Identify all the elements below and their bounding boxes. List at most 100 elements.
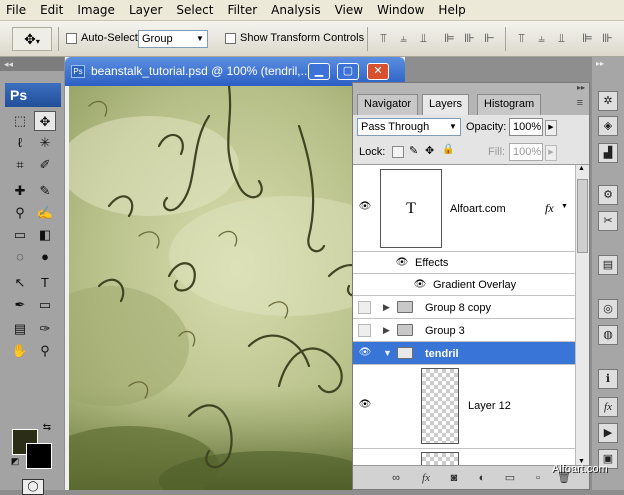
visibility-toggle[interactable]	[358, 301, 371, 314]
align-bottom-icon[interactable]: ⫫	[416, 29, 431, 47]
eye-icon[interactable]: 👁	[358, 399, 372, 410]
scroll-up-icon[interactable]: ▲	[578, 165, 585, 172]
new-group-icon[interactable]: ▭	[503, 471, 517, 485]
eyedropper-tool-icon[interactable]: ✑	[34, 319, 56, 339]
menu-filter[interactable]: Filter	[227, 3, 257, 17]
marquee-tool-icon[interactable]: ⬚	[9, 111, 31, 131]
menu-edit[interactable]: Edit	[40, 3, 63, 17]
visibility-toggle[interactable]	[358, 324, 371, 337]
fx-icon[interactable]: fx	[545, 201, 554, 216]
layers-panel-icon[interactable]: ◈	[598, 116, 618, 136]
history-brush-tool-icon[interactable]: ✍	[34, 203, 56, 223]
color-panel-icon[interactable]: ◎	[598, 299, 618, 319]
menu-window[interactable]: Window	[377, 3, 424, 17]
eye-icon[interactable]: 👁	[413, 279, 427, 290]
quick-mask-icon[interactable]: ◯	[22, 479, 44, 495]
distribute-vcenter-icon[interactable]: ⫨	[534, 29, 549, 47]
styles-panel-icon[interactable]: fx	[598, 397, 618, 417]
maximize-icon[interactable]: ▢	[337, 63, 359, 80]
lock-position-icon[interactable]: ✥	[425, 144, 434, 157]
expand-arrow-icon[interactable]: ▶	[383, 325, 390, 336]
align-left-icon[interactable]: ⊫	[442, 29, 457, 47]
scrollbar-thumb[interactable]	[577, 179, 588, 253]
blend-mode-dropdown[interactable]: Pass Through ▼	[357, 118, 461, 136]
distribute-bottom-icon[interactable]: ⫫	[554, 29, 569, 47]
eye-icon[interactable]: 👁	[358, 347, 372, 358]
tab-histogram[interactable]: Histogram	[477, 94, 542, 115]
gradient-tool-icon[interactable]: ◧	[34, 225, 56, 245]
pen-tool-icon[interactable]: ✒	[9, 295, 31, 315]
collapse-arrow-icon[interactable]: ▼	[383, 348, 392, 358]
close-icon[interactable]: ✕	[367, 63, 389, 80]
toolbox-header[interactable]: ◂◂	[0, 57, 64, 71]
distribute-top-icon[interactable]: ⫪	[514, 29, 529, 47]
effects-row[interactable]: 👁 Effects	[353, 252, 575, 274]
link-layers-icon[interactable]: ∞	[389, 471, 403, 485]
type-tool-icon[interactable]: T	[34, 273, 56, 293]
align-hcenter-icon[interactable]: ⊪	[462, 29, 477, 47]
menu-image[interactable]: Image	[77, 3, 115, 17]
tab-layers[interactable]: Layers	[422, 94, 470, 116]
fill-slider-arrow-icon[interactable]: ▶	[545, 145, 557, 161]
fill-input[interactable]: 100%	[509, 143, 543, 161]
transform-controls-checkbox[interactable]	[225, 33, 236, 44]
eye-icon[interactable]: 👁	[395, 257, 409, 268]
lasso-tool-icon[interactable]: ℓ	[9, 133, 31, 153]
notes-tool-icon[interactable]: ▤	[9, 319, 31, 339]
actions-panel-icon[interactable]: ▶	[598, 423, 618, 443]
dodge-tool-icon[interactable]: ●	[34, 247, 56, 267]
eye-icon[interactable]: 👁	[358, 201, 372, 212]
add-style-icon[interactable]: fx	[419, 471, 433, 485]
menu-layer[interactable]: Layer	[129, 3, 162, 17]
paths-panel-icon[interactable]: ⚙	[598, 185, 618, 205]
layer-row-group3[interactable]: ▶ Group 3	[353, 319, 575, 342]
path-selection-tool-icon[interactable]: ↖	[9, 273, 31, 293]
zoom-tool-icon[interactable]: ⚲	[34, 341, 56, 361]
auto-select-checkbox[interactable]	[66, 33, 77, 44]
info-icon[interactable]: ℹ	[598, 369, 618, 389]
crop-tool-icon[interactable]: ⌗	[9, 155, 31, 175]
expand-arrow-icon[interactable]: ▶	[383, 302, 390, 313]
slice-tool-icon[interactable]: ✐	[34, 155, 56, 175]
tool-preset-picker[interactable]: ✥▾	[12, 27, 52, 51]
healing-brush-tool-icon[interactable]: ✚	[9, 181, 31, 201]
menu-select[interactable]: Select	[176, 3, 213, 17]
layer-row-layer12[interactable]: 👁 Layer 12	[353, 365, 575, 449]
tools-panel-icon[interactable]: ✂	[598, 211, 618, 231]
eraser-tool-icon[interactable]: ▭	[9, 225, 31, 245]
gradient-overlay-row[interactable]: 👁 Gradient Overlay	[353, 274, 575, 296]
move-tool-icon[interactable]: ✥	[34, 111, 56, 131]
distribute-hcenter-icon[interactable]: ⊪	[600, 29, 615, 47]
background-color-swatch[interactable]	[26, 443, 52, 469]
info-panel-icon[interactable]: ▤	[598, 255, 618, 275]
layer-row-tendril[interactable]: 👁 ▼ tendril	[353, 342, 575, 365]
align-vcenter-icon[interactable]: ⫨	[396, 29, 411, 47]
lock-pixels-icon[interactable]: ✎	[409, 144, 418, 157]
adjustment-layer-icon[interactable]: ◐	[475, 471, 489, 485]
layer-row-partial[interactable]	[353, 449, 575, 465]
align-right-icon[interactable]: ⊩	[482, 29, 497, 47]
swatches-panel-icon[interactable]: ◍	[598, 325, 618, 345]
distribute-left-icon[interactable]: ⊫	[580, 29, 595, 47]
lock-all-icon[interactable]: 🔒	[442, 144, 454, 155]
tab-navigator[interactable]: Navigator	[357, 94, 419, 115]
default-colors-icon[interactable]: ◩	[9, 455, 21, 467]
auto-select-dropdown[interactable]: Group ▼	[138, 30, 208, 48]
minimize-icon[interactable]: ▁	[308, 63, 330, 80]
hand-tool-icon[interactable]: ✋	[9, 341, 31, 361]
swap-colors-icon[interactable]: ⇆	[40, 421, 54, 435]
photoshop-logo[interactable]: Ps	[5, 83, 61, 107]
layer-list-scrollbar[interactable]: ▲ ▼	[575, 165, 589, 465]
histogram-panel-icon[interactable]: ▟	[598, 143, 618, 163]
shape-tool-icon[interactable]: ▭	[34, 295, 56, 315]
expand-effects-icon[interactable]: ▼	[561, 203, 568, 210]
magic-wand-tool-icon[interactable]: ✳	[34, 133, 56, 153]
menu-help[interactable]: Help	[438, 3, 465, 17]
align-top-icon[interactable]: ⫪	[376, 29, 391, 47]
lock-transparency-icon[interactable]	[392, 146, 404, 158]
navigator-panel-icon[interactable]: ✲	[598, 91, 618, 111]
layer-row-group8-copy[interactable]: ▶ Group 8 copy	[353, 296, 575, 319]
dock-expand-icon[interactable]: ▸▸	[596, 59, 604, 68]
panel-menu-icon[interactable]: ≡	[577, 97, 583, 109]
menu-analysis[interactable]: Analysis	[271, 3, 320, 17]
